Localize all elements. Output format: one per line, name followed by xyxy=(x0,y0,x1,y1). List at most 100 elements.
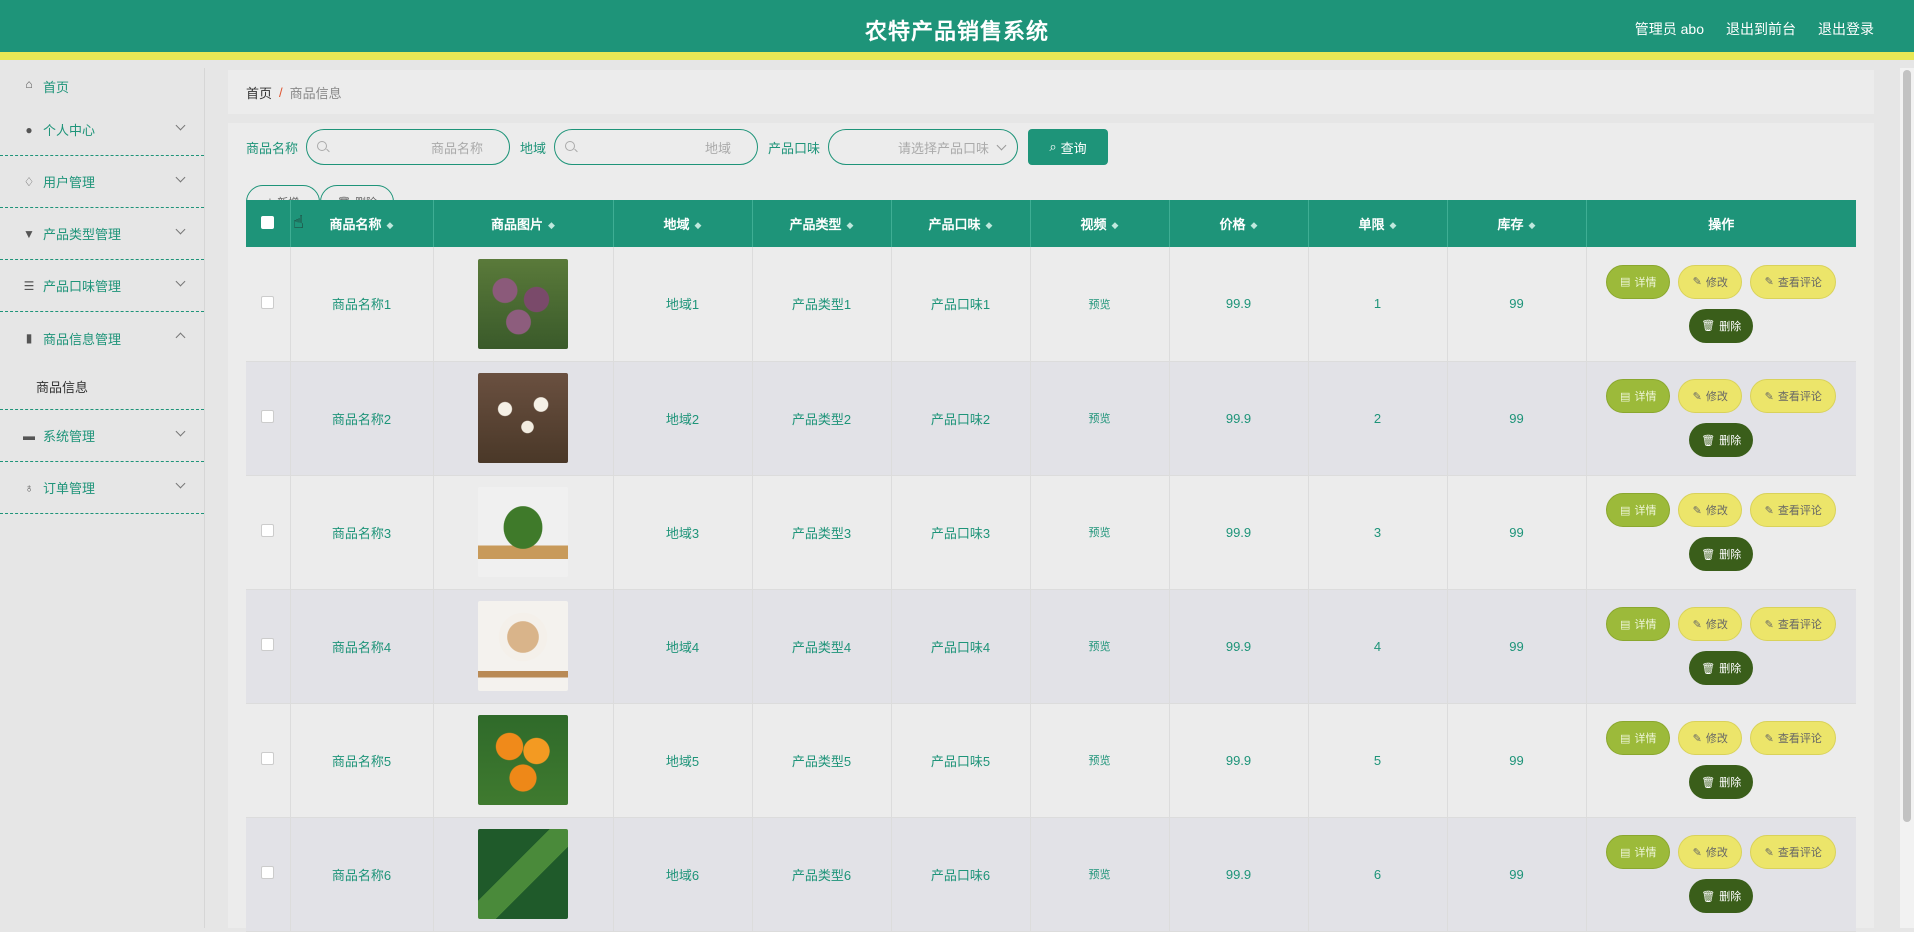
sidebar-item-user-management[interactable]: ♢ 用户管理 xyxy=(0,156,204,208)
cell-region: 地域2 xyxy=(613,361,753,476)
detail-button[interactable]: ▤ 详情 xyxy=(1606,264,1671,299)
cell-video-preview[interactable]: 预览 xyxy=(1030,817,1170,932)
cell-video-preview[interactable]: 预览 xyxy=(1030,475,1170,590)
header-region[interactable]: 地域 ◆ xyxy=(613,200,753,247)
cell-video-preview[interactable]: 预览 xyxy=(1030,361,1170,476)
select-all-checkbox[interactable] xyxy=(261,215,275,229)
exit-to-front-link[interactable]: 退出到前台 xyxy=(1726,19,1796,39)
delete-button[interactable]: 🗑 删除 xyxy=(1689,423,1754,457)
header-name[interactable]: 商品名称 ◆ xyxy=(290,200,434,247)
vertical-scrollbar[interactable] xyxy=(1900,68,1914,928)
edit-button[interactable]: ✎ 修改 xyxy=(1678,721,1743,755)
cell-type: 产品类型3 xyxy=(752,475,892,590)
breadcrumb-home[interactable]: 首页 xyxy=(246,83,272,102)
sort-icon[interactable]: ◆ xyxy=(548,220,555,231)
view-reviews-button[interactable]: ✎ 查看评论 xyxy=(1750,379,1837,413)
product-image[interactable] xyxy=(478,829,568,919)
sort-icon[interactable]: ◆ xyxy=(1390,220,1397,231)
name-search-input[interactable]: 商品名称 xyxy=(306,129,511,165)
row-checkbox[interactable] xyxy=(261,410,275,423)
pencil-icon: ✎ xyxy=(1764,504,1774,517)
detail-button[interactable]: ▤ 详情 xyxy=(1606,721,1671,755)
sort-icon[interactable]: ◆ xyxy=(986,220,993,231)
chevron-down-icon xyxy=(175,172,186,183)
search-icon xyxy=(317,141,328,151)
delete-button[interactable]: 🗑 删除 xyxy=(1689,879,1754,913)
view-reviews-button[interactable]: ✎ 查看评论 xyxy=(1750,721,1837,755)
detail-button[interactable]: ▤ 详情 xyxy=(1606,835,1671,869)
delete-button[interactable]: 🗑 删除 xyxy=(1689,765,1754,799)
cell-ops: ▤ 详情 ✎ 修改 ✎ 查看评论 🗑 删除 xyxy=(1586,475,1856,590)
header-stock[interactable]: 库存 ◆ xyxy=(1447,200,1587,247)
chevron-down-icon xyxy=(175,120,186,131)
sidebar-item-orders[interactable]: ♁ 订单管理 xyxy=(0,462,204,514)
sort-icon[interactable]: ◆ xyxy=(695,220,702,231)
detail-button[interactable]: ▤ 详情 xyxy=(1606,493,1671,527)
product-image[interactable] xyxy=(478,715,568,805)
ticket-icon: ▬ xyxy=(23,428,35,443)
scrollbar-thumb[interactable] xyxy=(1903,70,1911,822)
region-search-input[interactable]: 地域 xyxy=(554,129,759,165)
cell-flavor: 产品口味4 xyxy=(891,589,1031,704)
cell-price: 99.9 xyxy=(1169,589,1309,704)
product-image[interactable] xyxy=(478,601,568,691)
cell-price: 99.9 xyxy=(1169,361,1309,476)
view-reviews-button[interactable]: ✎ 查看评论 xyxy=(1750,607,1837,641)
row-checkbox[interactable] xyxy=(261,752,275,765)
chevron-down-icon xyxy=(175,426,186,437)
sort-icon[interactable]: ◆ xyxy=(387,220,394,231)
sort-icon[interactable]: ◆ xyxy=(1529,220,1536,231)
header-video[interactable]: 视频 ◆ xyxy=(1030,200,1170,247)
delete-button[interactable]: 🗑 删除 xyxy=(1689,651,1754,685)
edit-button[interactable]: ✎ 修改 xyxy=(1678,264,1743,299)
breadcrumb: 首页 / 商品信息 xyxy=(228,70,1874,114)
edit-button[interactable]: ✎ 修改 xyxy=(1678,379,1743,413)
sidebar-item-home[interactable]: ⌂ 首页 xyxy=(0,68,204,104)
header-type[interactable]: 产品类型 ◆ xyxy=(752,200,892,247)
logout-link[interactable]: 退出登录 xyxy=(1818,19,1874,39)
query-button[interactable]: ⌕ 查询 xyxy=(1028,129,1109,165)
sidebar-item-product-type[interactable]: ▼ 产品类型管理 xyxy=(0,208,204,260)
cell-name: 商品名称1 xyxy=(290,247,434,362)
sidebar-subitem-goods-info[interactable]: 商品信息 xyxy=(0,364,204,410)
edit-button[interactable]: ✎ 修改 xyxy=(1678,607,1743,641)
header-price[interactable]: 价格 ◆ xyxy=(1169,200,1309,247)
product-image[interactable] xyxy=(478,373,568,463)
sort-icon[interactable]: ◆ xyxy=(847,220,854,231)
view-reviews-button[interactable]: ✎ 查看评论 xyxy=(1750,493,1837,527)
detail-button[interactable]: ▤ 详情 xyxy=(1606,379,1671,413)
edit-button[interactable]: ✎ 修改 xyxy=(1678,493,1743,527)
view-reviews-button[interactable]: ✎ 查看评论 xyxy=(1750,835,1837,869)
sort-icon[interactable]: ◆ xyxy=(1251,220,1258,231)
header-flavor[interactable]: 产品口味 ◆ xyxy=(891,200,1031,247)
row-checkbox[interactable] xyxy=(261,866,275,879)
delete-button[interactable]: 🗑 删除 xyxy=(1689,537,1754,571)
header-limit[interactable]: 单限 ◆ xyxy=(1308,200,1448,247)
sidebar-item-system[interactable]: ▬ 系统管理 xyxy=(0,410,204,462)
cell-video-preview[interactable]: 预览 xyxy=(1030,703,1170,818)
cell-limit: 5 xyxy=(1308,703,1448,818)
row-checkbox[interactable] xyxy=(261,524,275,537)
header-image[interactable]: 商品图片 ◆ xyxy=(433,200,614,247)
cell-limit: 4 xyxy=(1308,589,1448,704)
cell-video-preview[interactable]: 预览 xyxy=(1030,589,1170,704)
flavor-select[interactable]: 请选择产品口味 xyxy=(828,129,1019,165)
trash-icon: 🗑 xyxy=(1701,890,1716,903)
edit-button[interactable]: ✎ 修改 xyxy=(1678,835,1743,869)
row-select-cell xyxy=(246,817,291,932)
cell-video-preview[interactable]: 预览 xyxy=(1030,247,1170,362)
sidebar-item-personal-center[interactable]: ● 个人中心 xyxy=(0,104,204,156)
cell-name: 商品名称5 xyxy=(290,703,434,818)
sort-icon[interactable]: ◆ xyxy=(1112,220,1119,231)
product-image[interactable] xyxy=(478,487,568,577)
sidebar-item-goods-info[interactable]: ▮ 商品信息管理 xyxy=(0,312,204,364)
view-reviews-button[interactable]: ✎ 查看评论 xyxy=(1750,264,1837,299)
sidebar-item-product-flavor[interactable]: ☰ 产品口味管理 xyxy=(0,260,204,312)
product-image[interactable] xyxy=(478,258,568,349)
delete-button[interactable]: 🗑 删除 xyxy=(1689,308,1754,343)
detail-button[interactable]: ▤ 详情 xyxy=(1606,607,1671,641)
sidebar-item-label: 个人中心 xyxy=(43,123,96,138)
row-checkbox[interactable] xyxy=(261,295,275,309)
row-checkbox[interactable] xyxy=(261,638,275,651)
search-icon: ⌕ xyxy=(1049,139,1057,154)
